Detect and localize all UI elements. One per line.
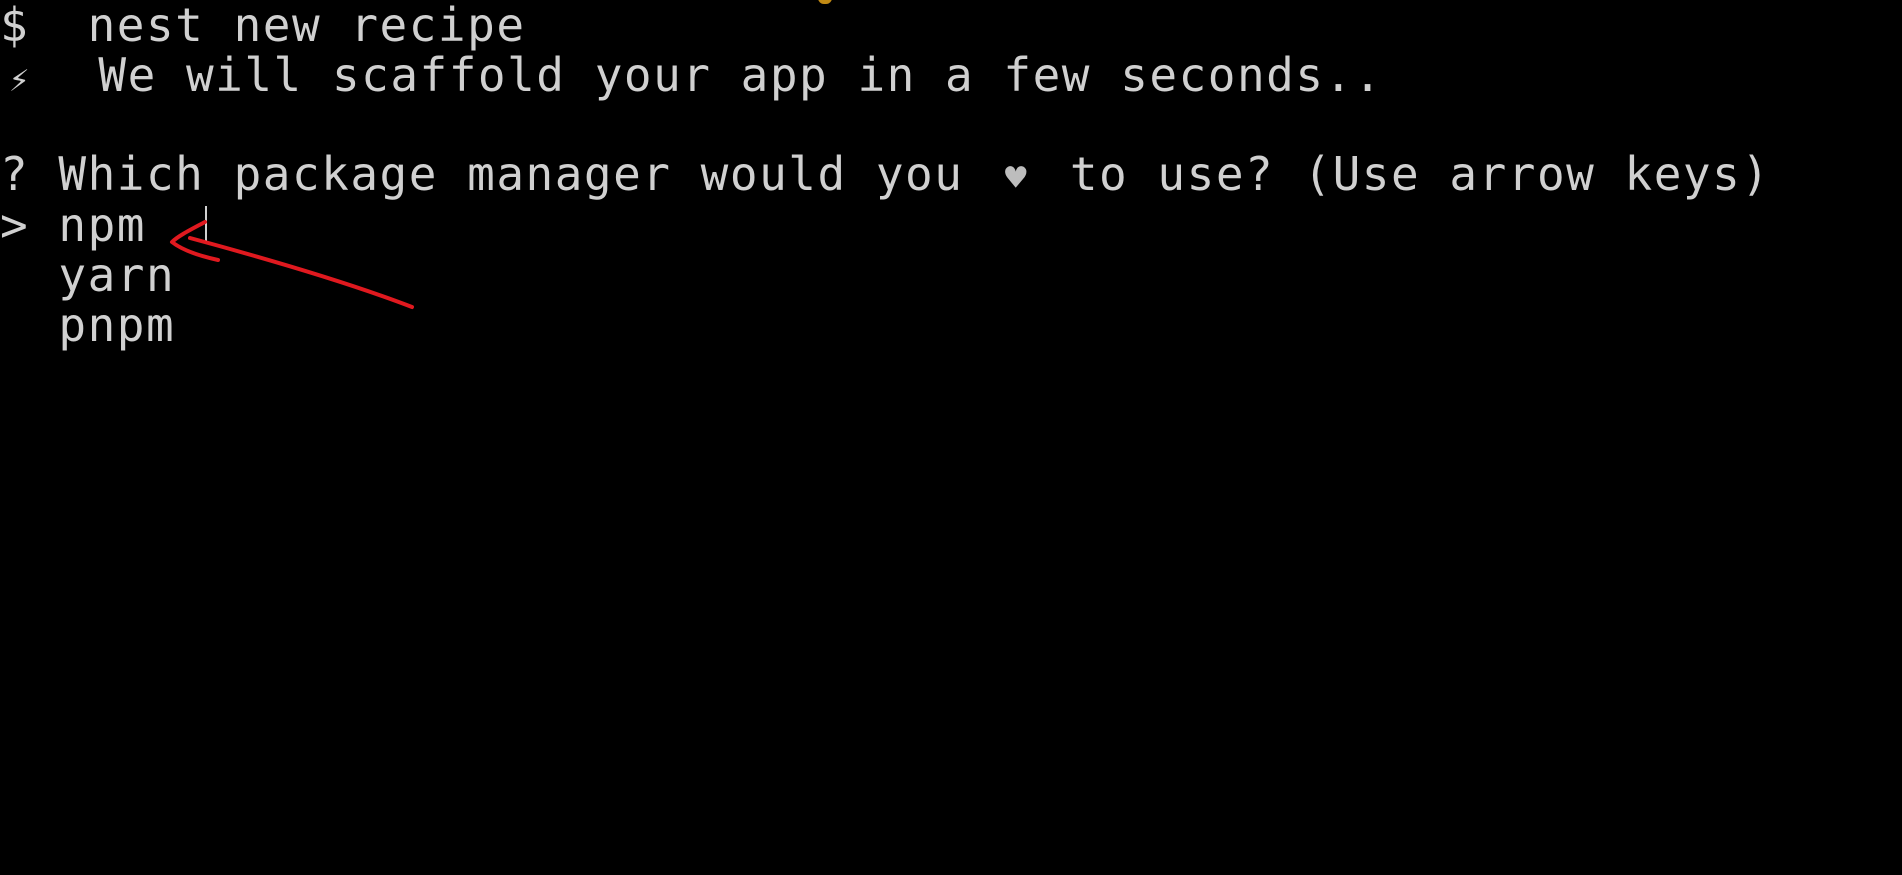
option-label: pnpm [58, 298, 176, 352]
command-line: $ nest new recipe [0, 0, 526, 50]
arrow-shaft [188, 236, 414, 309]
command-text: nest new recipe [87, 0, 526, 52]
arrow-head [170, 220, 220, 262]
top-edge-accent-dot [818, 0, 832, 4]
lightning-bolt-icon: ⚡ [9, 60, 31, 100]
heart-icon: ♥ [1005, 158, 1029, 199]
question-text-before: Which package manager would you [58, 147, 964, 201]
prompt-symbol: $ [0, 0, 30, 52]
red-arrow-annotation [170, 220, 414, 309]
text-cursor [205, 206, 207, 244]
option-npm[interactable]: > npm [0, 200, 146, 250]
info-text: We will scaffold your app in a few secon… [98, 48, 1383, 102]
option-pnpm[interactable]: pnpm [0, 300, 175, 350]
question-text-after: to use? (Use arrow keys) [1069, 147, 1771, 201]
info-line: ⚡ We will scaffold your app in a few sec… [0, 50, 1383, 105]
question-line: ? Which package manager would you ♥ to u… [0, 149, 1771, 204]
option-yarn[interactable]: yarn [0, 250, 175, 300]
selection-pointer: > [0, 198, 30, 252]
option-label: yarn [58, 248, 176, 302]
question-mark: ? [0, 147, 30, 201]
option-label: npm [58, 198, 146, 252]
